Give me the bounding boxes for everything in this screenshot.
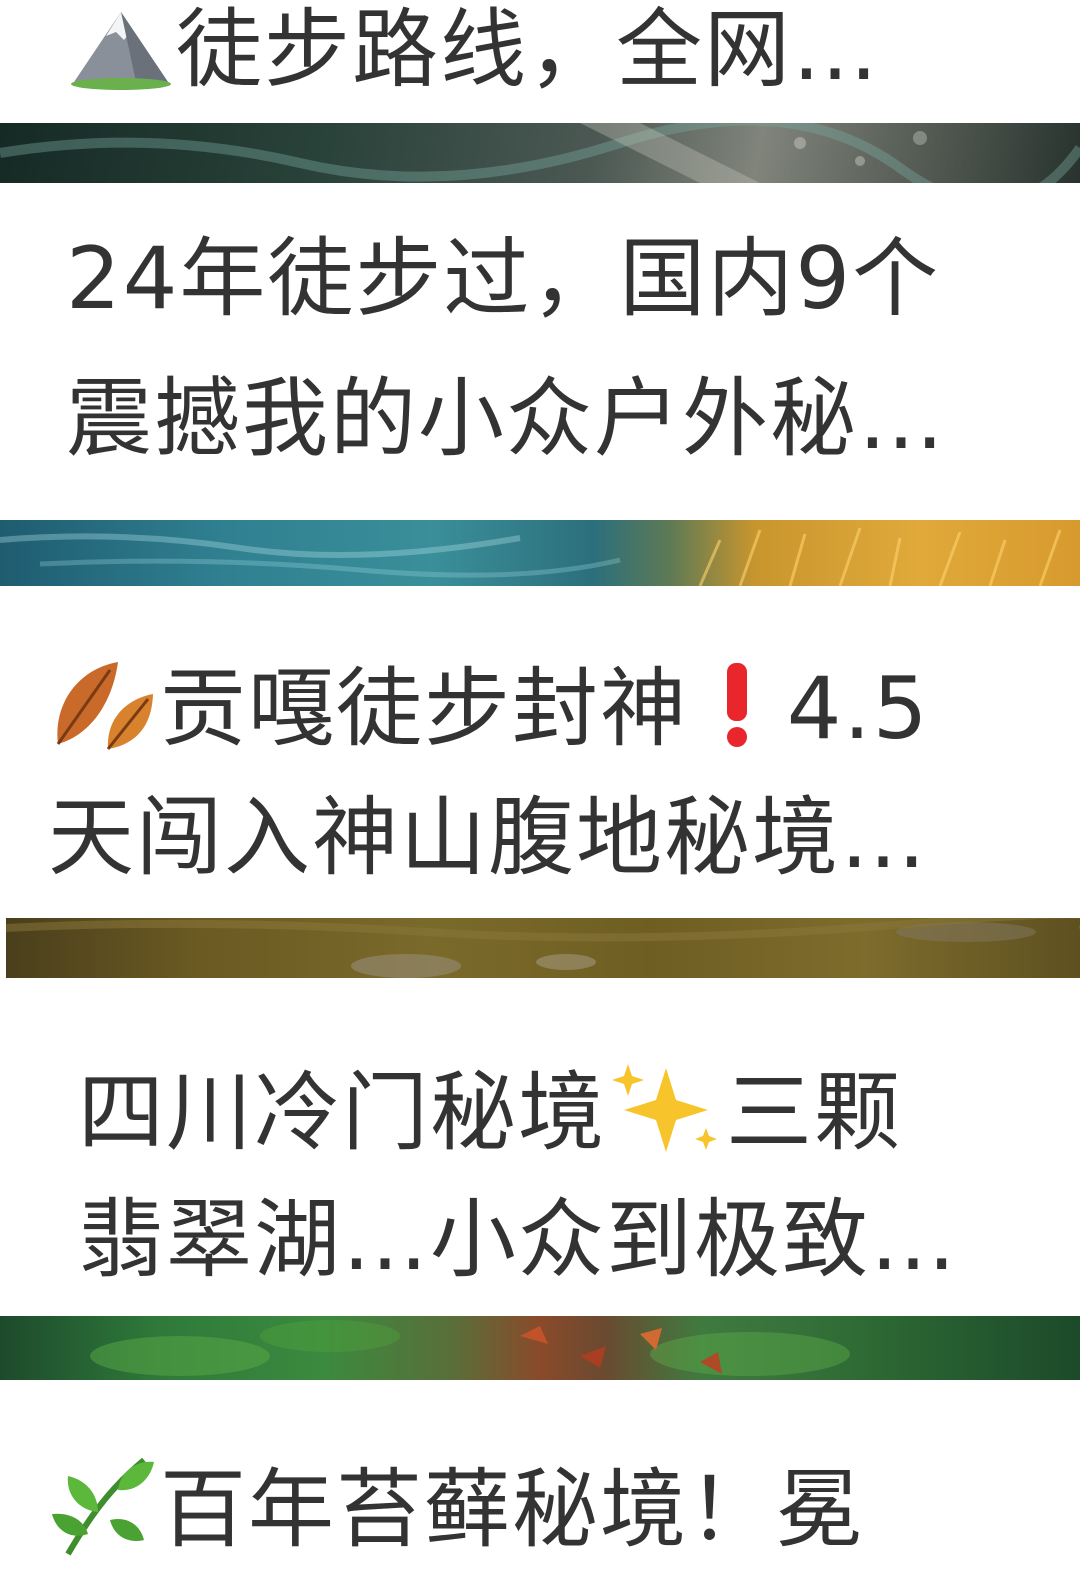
post-cover-image-3[interactable] <box>0 520 1080 586</box>
post-title-3-text-a: 贡嘎徒步封神 <box>160 658 688 759</box>
post-title-3-line-1[interactable]: 贡嘎徒步封神 4.5 <box>48 654 929 775</box>
post-cover-image-5[interactable] <box>0 1316 1080 1380</box>
post-card-5[interactable]: 百年苔藓秘境！冕 <box>0 1380 1080 1578</box>
post-title-4-line-2[interactable]: 翡翠湖…小众到极致… <box>78 1190 958 1290</box>
exclamation-icon <box>717 659 757 770</box>
post-title-4-text-a: 四川冷门秘境 <box>78 1062 606 1163</box>
post-title-4-line-1[interactable]: 四川冷门秘境 三颗 <box>78 1058 902 1179</box>
post-card-1[interactable]: 徒步路线，全网… <box>0 0 1080 123</box>
fallen-leaf-icon <box>48 654 160 775</box>
moss-ground-texture <box>6 918 1080 978</box>
post-title-4-text-b: 三颗 <box>726 1062 902 1163</box>
post-title-3-line-2[interactable]: 天闯入神山腹地秘境… <box>48 788 928 888</box>
post-title-5[interactable]: 百年苔藓秘境！冕 <box>48 1450 864 1578</box>
moss-leaves-texture <box>90 1320 850 1376</box>
sparkles-icon <box>606 1058 726 1179</box>
post-cover-image-2[interactable] <box>0 123 1080 183</box>
post-card-2[interactable]: 24年徒步过，国内9个 震撼我的小众户外秘… <box>0 183 1080 520</box>
post-card-4[interactable]: 四川冷门秘境 三颗 翡翠湖…小众到极致… <box>0 978 1080 1316</box>
herb-icon <box>48 1450 160 1578</box>
lake-grass-texture <box>0 527 1062 586</box>
post-title-2-line-2[interactable]: 震撼我的小众户外秘… <box>66 369 946 469</box>
stream-texture <box>0 123 1080 183</box>
mountain-icon <box>66 0 176 111</box>
post-title-1-text: 徒步路线，全网… <box>176 0 880 100</box>
note-feed: 徒步路线，全网… 24年徒步过，国内9个 震撼我的小众户外秘… 贡嘎徒步封神 4… <box>0 0 1080 1578</box>
post-title-5-text: 百年苔藓秘境！冕 <box>160 1459 864 1560</box>
post-title-1[interactable]: 徒步路线，全网… <box>66 0 880 111</box>
post-title-2-line-1[interactable]: 24年徒步过，国内9个 <box>66 229 940 329</box>
post-card-3[interactable]: 贡嘎徒步封神 4.5 天闯入神山腹地秘境… <box>0 586 1080 918</box>
post-cover-image-4[interactable] <box>6 918 1080 978</box>
post-title-3-text-b: 4.5 <box>786 658 930 759</box>
